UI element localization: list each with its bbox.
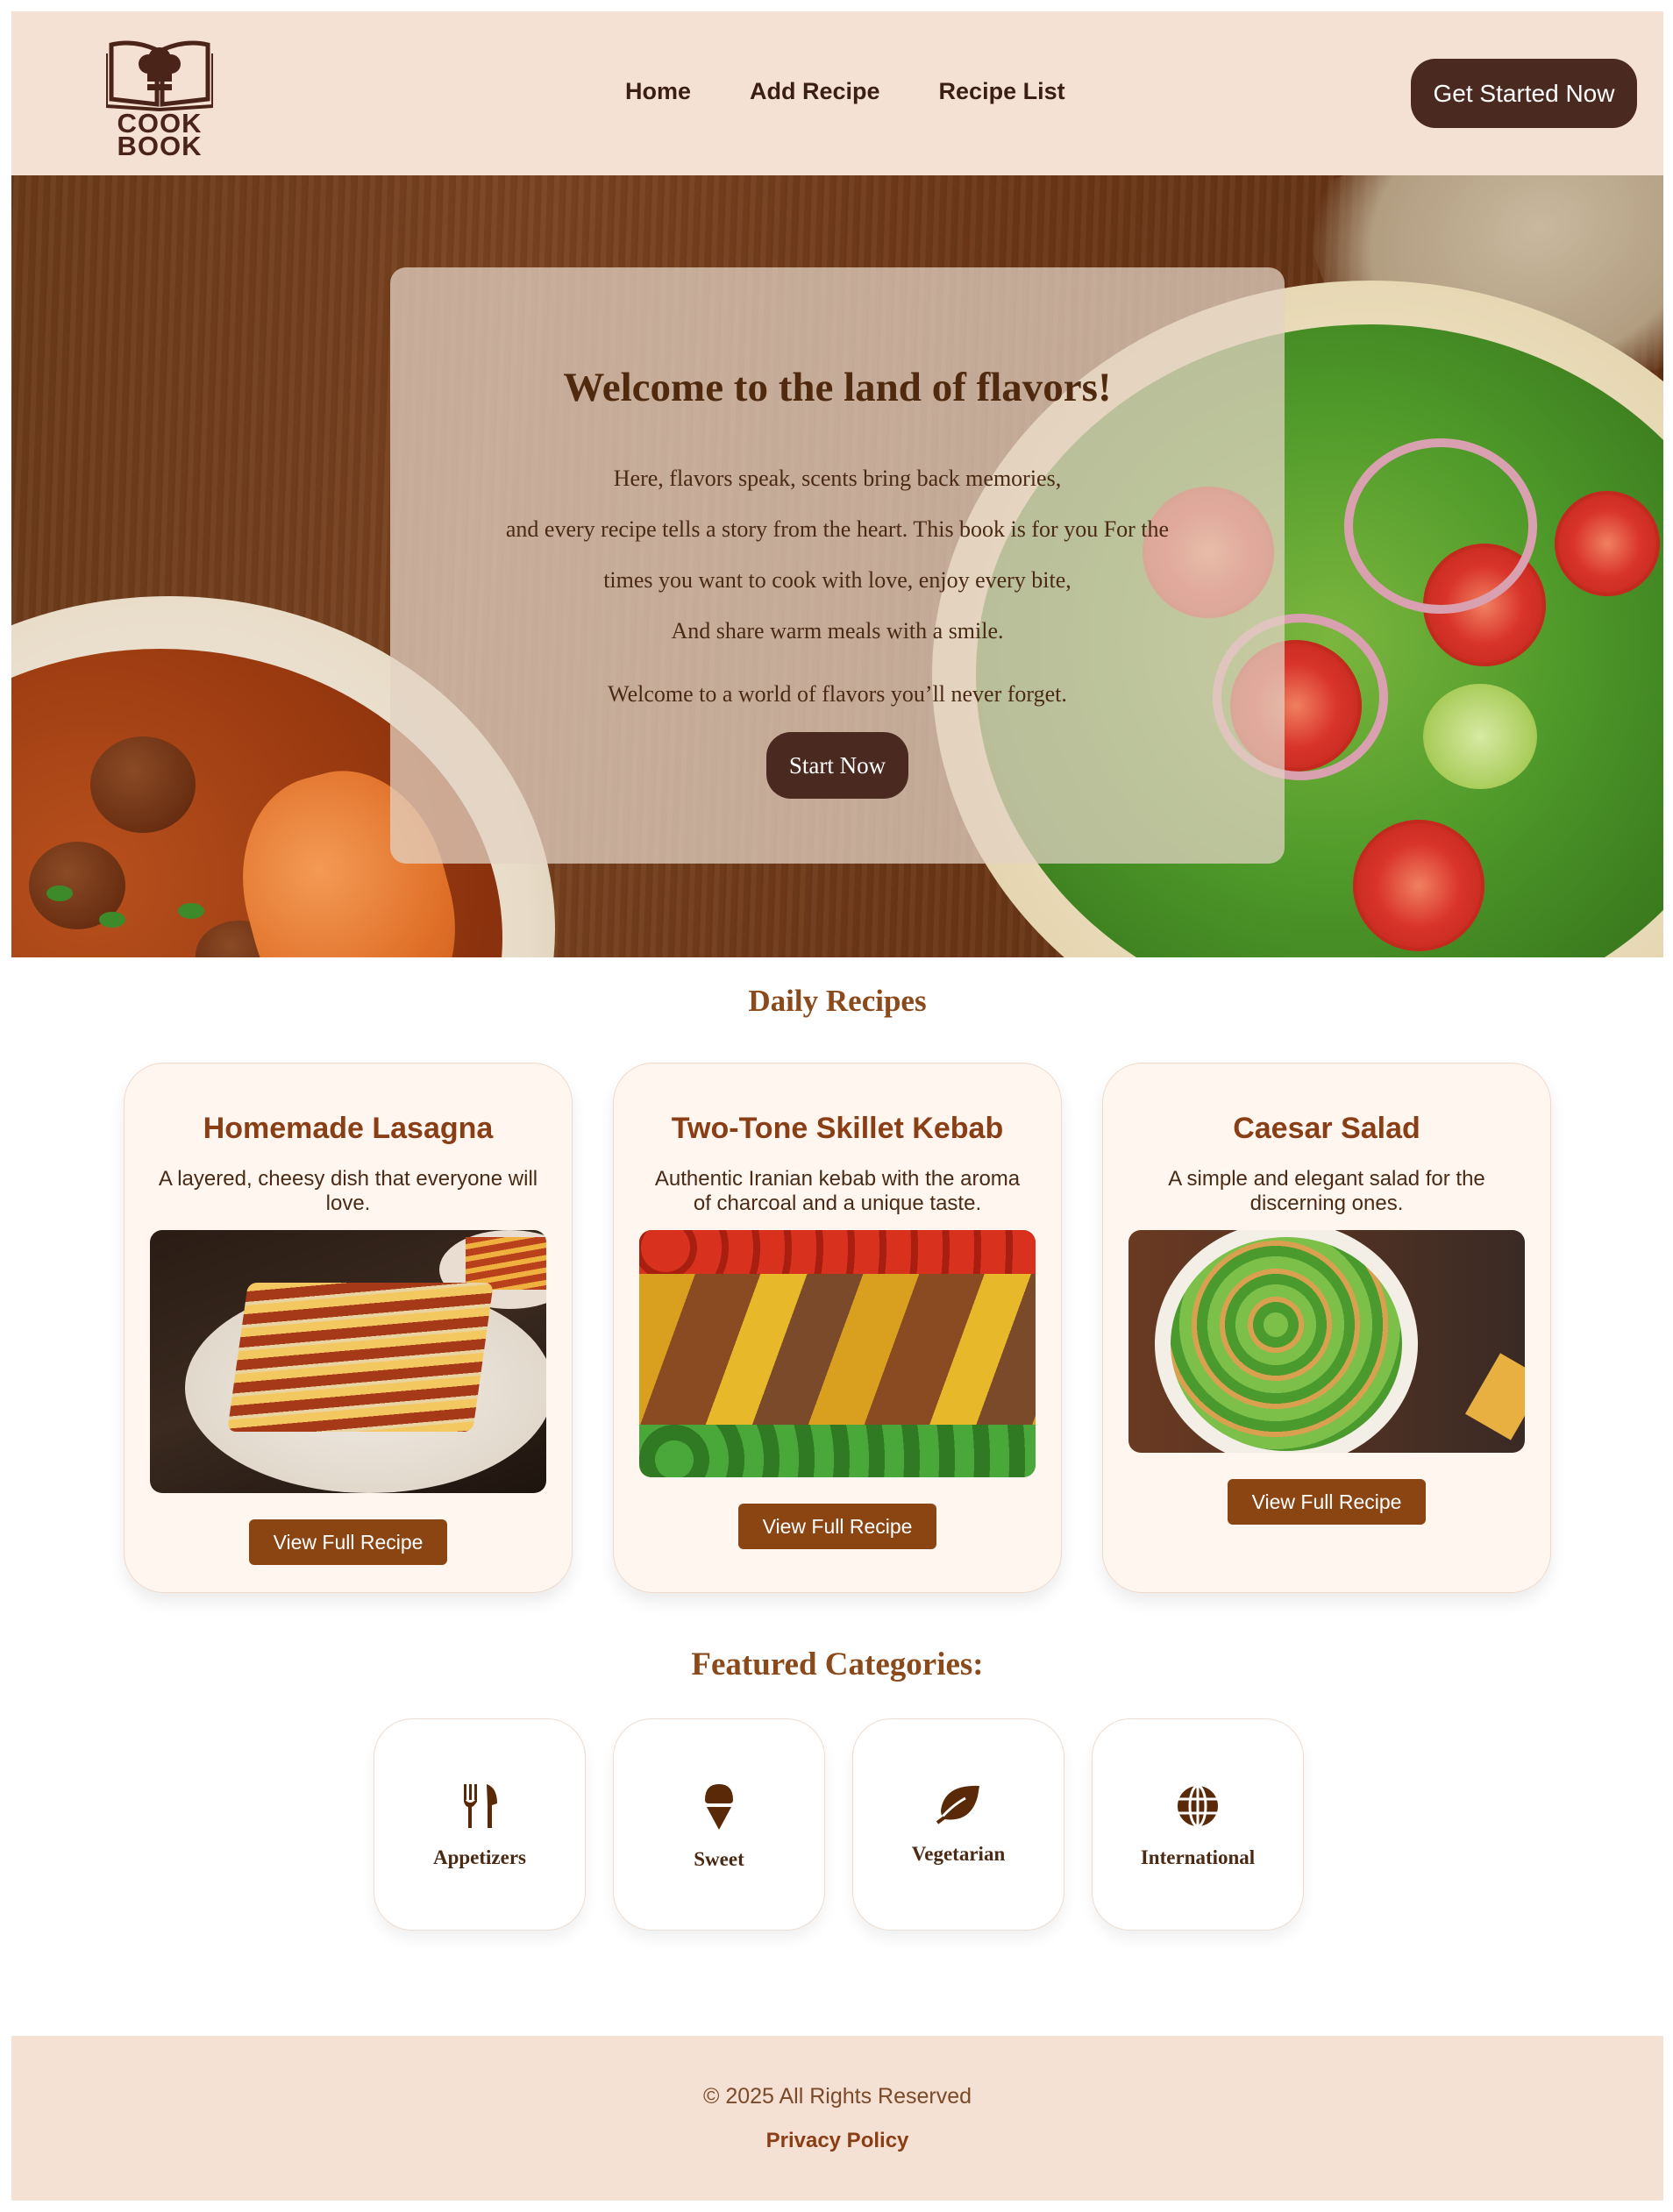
recipe-description: Authentic Iranian kebab with the aroma o… <box>654 1167 1021 1215</box>
recipe-card: Caesar Salad A simple and elegant salad … <box>1102 1063 1551 1593</box>
hero-section: Welcome to the land of flavors! Here, fl… <box>11 175 1663 957</box>
herb-garnish <box>46 886 73 901</box>
view-recipe-button[interactable]: View Full Recipe <box>738 1504 936 1549</box>
category-list: Appetizers Sweet Vegetarian Internationa… <box>11 1718 1663 1999</box>
get-started-button[interactable]: Get Started Now <box>1411 59 1637 128</box>
hero-welcome-card: Welcome to the land of flavors! Here, fl… <box>390 267 1285 864</box>
recipe-card: Homemade Lasagna A layered, cheesy dish … <box>124 1063 573 1593</box>
category-sweet[interactable]: Sweet <box>613 1718 825 1931</box>
site-header: COOK BOOK Home Add Recipe Recipe List Ge… <box>11 11 1663 175</box>
start-now-button[interactable]: Start Now <box>766 732 908 799</box>
cookbook-logo-icon <box>104 40 215 112</box>
view-recipe-button[interactable]: View Full Recipe <box>1228 1479 1426 1525</box>
category-label: Appetizers <box>432 1846 527 1868</box>
recipe-title: Homemade Lasagna <box>203 1112 494 1145</box>
category-vegetarian[interactable]: Vegetarian <box>852 1718 1064 1931</box>
caesar-salad-image <box>1128 1230 1525 1453</box>
recipe-cards: Homemade Lasagna A layered, cheesy dish … <box>11 1063 1663 1606</box>
herb-garnish <box>178 903 204 919</box>
recipe-title: Caesar Salad <box>1233 1112 1420 1145</box>
tomato-slice <box>1555 491 1660 596</box>
daily-recipes-title: Daily Recipes <box>748 984 927 1018</box>
category-appetizers[interactable]: Appetizers <box>374 1718 586 1931</box>
leaf-icon <box>936 1785 979 1824</box>
category-international[interactable]: International <box>1092 1718 1304 1931</box>
copyright-text: © 2025 All Rights Reserved <box>702 2084 972 2109</box>
utensils-icon <box>464 1784 497 1828</box>
main-nav: Home Add Recipe Recipe List <box>625 78 1124 105</box>
kebab-image <box>639 1230 1036 1477</box>
hero-line: And share warm meals with a smile. <box>671 618 1004 644</box>
hero-title: Welcome to the land of flavors! <box>563 365 1112 410</box>
herb-garnish <box>99 912 125 928</box>
recipe-title: Two-Tone Skillet Kebab <box>671 1112 1004 1145</box>
ice-cream-icon <box>705 1784 733 1830</box>
hero-line: times you want to cook with love, enjoy … <box>603 567 1071 593</box>
category-label: Sweet <box>694 1848 744 1870</box>
hero-tagline: Welcome to a world of flavors you’ll nev… <box>608 681 1067 707</box>
category-label: International <box>1140 1846 1256 1868</box>
logo-text-book: BOOK <box>117 131 203 161</box>
meatball <box>90 736 196 833</box>
lasagna-image <box>150 1230 546 1493</box>
page: COOK BOOK Home Add Recipe Recipe List Ge… <box>11 11 1663 1999</box>
globe-icon <box>1178 1784 1218 1828</box>
nav-add-recipe[interactable]: Add Recipe <box>750 78 880 105</box>
recipe-description: A simple and elegant salad for the disce… <box>1168 1167 1485 1215</box>
category-label: Vegetarian <box>911 1843 1006 1865</box>
logo[interactable]: COOK BOOK <box>104 34 215 161</box>
cucumber-slice <box>1423 684 1537 789</box>
hero-line: Here, flavors speak, scents bring back m… <box>613 466 1062 491</box>
privacy-policy-link[interactable]: Privacy Policy <box>11 2129 1663 2153</box>
recipe-description: A layered, cheesy dish that everyone wil… <box>158 1167 538 1215</box>
hero-description: Here, flavors speak, scents bring back m… <box>390 453 1285 657</box>
nav-home[interactable]: Home <box>625 78 691 105</box>
recipe-card: Two-Tone Skillet Kebab Authentic Iranian… <box>613 1063 1062 1593</box>
onion-ring <box>1344 438 1537 614</box>
nav-recipe-list[interactable]: Recipe List <box>939 78 1065 105</box>
site-footer: © 2025 All Rights Reserved Privacy Polic… <box>11 2036 1663 2201</box>
tomato-slice <box>1353 820 1484 951</box>
view-recipe-button[interactable]: View Full Recipe <box>249 1519 447 1565</box>
featured-categories-title: Featured Categories: <box>691 1647 984 1682</box>
hero-line: and every recipe tells a story from the … <box>505 516 1170 542</box>
